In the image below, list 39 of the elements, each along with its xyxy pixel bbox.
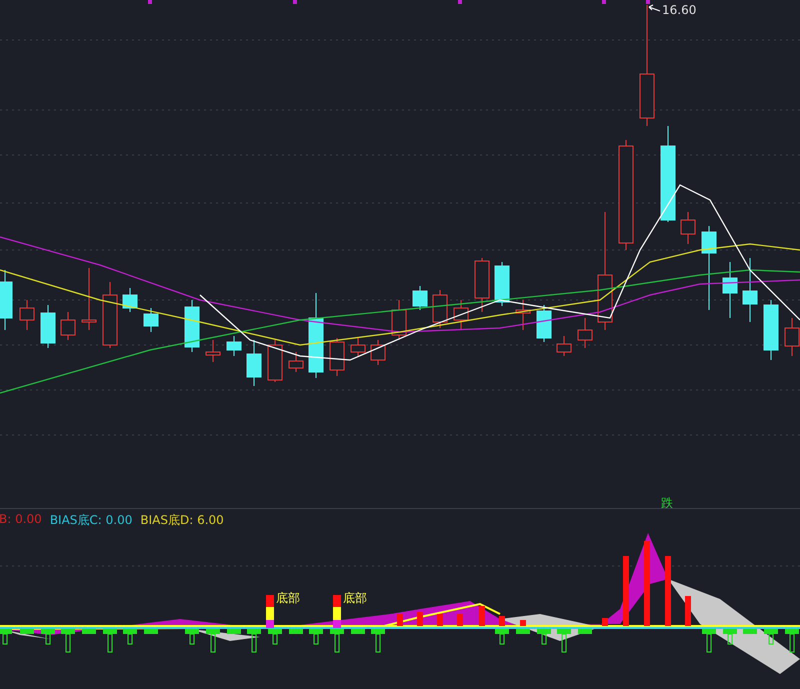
candlestick (82, 268, 96, 330)
candlestick (268, 340, 282, 382)
candlestick (784, 318, 800, 356)
candlestick (370, 340, 386, 366)
candlestick (578, 318, 592, 348)
candlestick (60, 312, 76, 340)
pointer-arrow-icon (648, 4, 660, 12)
legend-label: BIAS底D: 6.00 (140, 512, 224, 529)
candlestick (40, 304, 56, 348)
candlestick (246, 340, 262, 386)
candlestick (20, 300, 34, 330)
candlestick (144, 308, 158, 332)
legend-label: BIAS底C: 0.00 (50, 512, 132, 529)
candlestick (102, 282, 118, 348)
candlestick (206, 340, 220, 362)
candlestick (454, 300, 468, 330)
candlestick (392, 300, 406, 340)
legend-label: B: 0.00 (0, 512, 42, 528)
candlestick (412, 286, 428, 310)
candlestick (288, 352, 304, 372)
candlestick (742, 258, 758, 322)
candlestick (516, 300, 530, 330)
candlestick (350, 338, 366, 356)
candlestick (122, 288, 138, 312)
candlestick (680, 212, 696, 244)
candlestick (432, 290, 448, 328)
bottom-marker-label: 底部 (276, 591, 300, 605)
candlestick (226, 336, 242, 356)
candlestick (556, 336, 572, 356)
candlestick (536, 304, 552, 342)
bottom-marker-label: 底部 (343, 591, 367, 605)
candlestick (184, 300, 200, 352)
candlestick (722, 262, 738, 318)
candlestick (0, 270, 12, 330)
candlestick (764, 300, 778, 360)
candlestick (494, 262, 510, 306)
candlestick (474, 258, 490, 312)
candlestick (330, 338, 344, 376)
high-price-label: 16.60 (662, 3, 696, 17)
